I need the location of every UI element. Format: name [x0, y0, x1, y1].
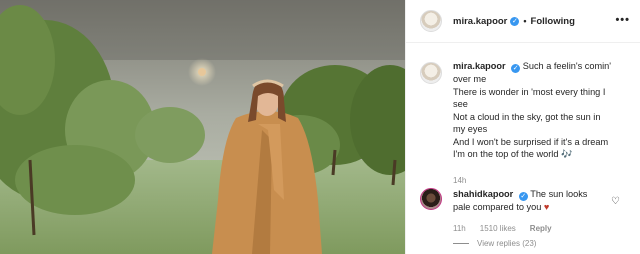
author-avatar[interactable] — [420, 10, 442, 32]
caption-line: There is wonder in 'most every thing I — [453, 86, 606, 97]
verified-badge-icon: ✓ — [510, 16, 520, 26]
caption-text: mira.kapoor ✓ Such a feelin's comin' ove… — [453, 60, 633, 161]
post-caption: mira.kapoor ✓ Such a feelin's comin' ove… — [420, 60, 635, 161]
orchard-photo — [0, 0, 405, 254]
comment-like-heart-icon[interactable]: ♡ — [611, 196, 620, 207]
caption-line: And I won't be surprised if it's a dream — [453, 136, 609, 147]
header-separator: • — [523, 16, 527, 26]
caption-username[interactable]: mira.kapoor — [453, 61, 506, 71]
replies-divider — [453, 243, 469, 244]
comment-likes[interactable]: 1510 likes — [480, 224, 516, 233]
comment-meta: 11h 1510 likes Reply — [453, 224, 552, 233]
caption-avatar[interactable] — [420, 62, 442, 84]
post-side-panel: mira.kapoor ✓ • Following ••• mira.kapoo… — [405, 0, 640, 254]
post-timestamp[interactable]: 14h — [453, 176, 466, 185]
more-options-button[interactable]: ••• — [615, 14, 630, 26]
verified-badge-icon: ✓ — [518, 192, 528, 201]
heart-emoji-icon: ♥ — [543, 202, 550, 212]
comment-text: shahidkapoor ✓ The sun looks pale compar… — [453, 188, 603, 214]
commenter-avatar[interactable] — [420, 188, 442, 210]
caption-line: over me — [453, 74, 487, 84]
caption-line: my eyes — [453, 124, 488, 134]
comment: shahidkapoor ✓ The sun looks pale compar… — [420, 188, 635, 214]
caption-line: I'm on the top of the world 🎶 — [453, 149, 573, 159]
post-photo[interactable] — [0, 0, 405, 254]
verified-badge-icon: ✓ — [511, 64, 521, 73]
instagram-post: mira.kapoor ✓ • Following ••• mira.kapoo… — [0, 0, 640, 254]
caption-line: see — [453, 99, 468, 109]
caption-line: Not a cloud in the sky, got the sun in — [453, 111, 601, 122]
following-button[interactable]: Following — [531, 16, 575, 27]
commenter-username[interactable]: shahidkapoor — [453, 189, 513, 199]
post-header: mira.kapoor ✓ • Following ••• — [406, 0, 640, 43]
view-replies-label: View replies (23) — [477, 239, 537, 248]
author-username[interactable]: mira.kapoor — [453, 16, 507, 27]
reply-button[interactable]: Reply — [530, 224, 552, 233]
view-replies-button[interactable]: View replies (23) — [453, 239, 536, 248]
caption-line: Such a feelin's comin' — [522, 61, 612, 71]
comment-time[interactable]: 11h — [453, 224, 466, 233]
comment-line: pale compared to you — [453, 202, 542, 212]
comment-line: The sun looks — [530, 189, 588, 199]
